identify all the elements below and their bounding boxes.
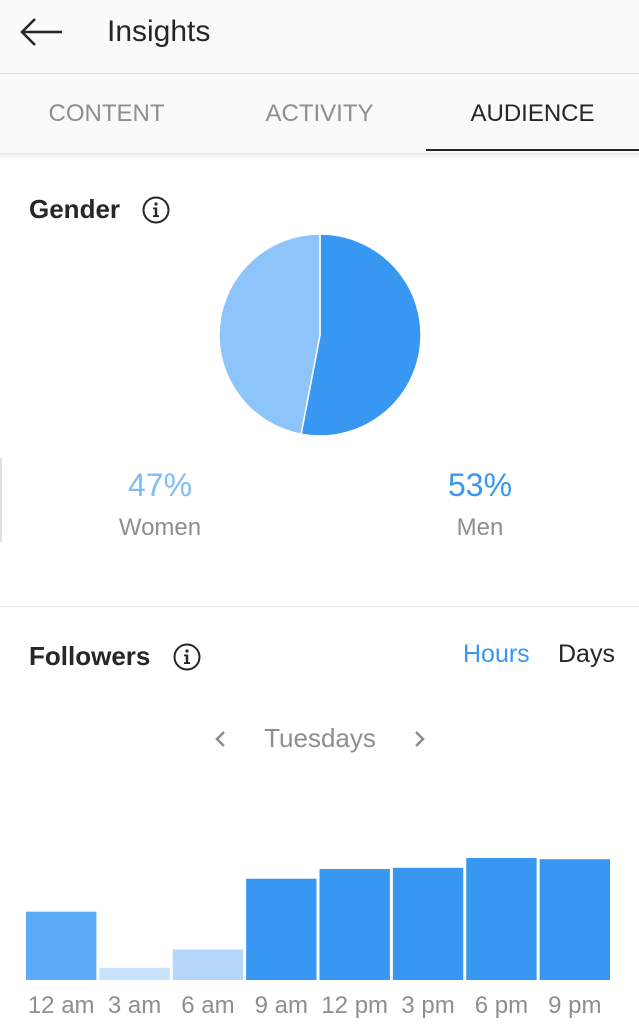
x-tick-label: 12 pm xyxy=(321,992,388,1019)
next-day-button[interactable] xyxy=(404,722,436,756)
top-app-bar: Insights xyxy=(0,0,639,74)
bar-6-am xyxy=(172,949,244,980)
men-label: Men xyxy=(456,514,504,541)
women-label: Women xyxy=(118,514,202,541)
x-tick-label: 12 am xyxy=(28,992,95,1019)
chevron-right-icon xyxy=(415,731,425,747)
gender-pie-chart xyxy=(218,233,422,437)
women-percent: 47% xyxy=(127,467,193,503)
back-button[interactable] xyxy=(14,12,70,52)
followers-title: Followers xyxy=(29,641,151,671)
section-divider xyxy=(0,606,639,607)
page-title: Insights xyxy=(107,15,211,48)
hours-toggle[interactable]: Hours xyxy=(463,640,530,669)
bar-3-am xyxy=(99,967,170,980)
gender-title: Gender xyxy=(29,194,121,224)
bar-12-am xyxy=(26,911,97,980)
days-toggle[interactable]: Days xyxy=(558,640,615,669)
info-icon[interactable] xyxy=(172,642,202,672)
tab-audience[interactable]: AUDIENCE xyxy=(426,74,639,154)
bar-3-pm xyxy=(392,867,464,980)
selected-day-label: Tuesdays xyxy=(264,723,376,753)
x-tick-label: 3 pm xyxy=(401,992,454,1019)
edge-marker xyxy=(0,458,2,542)
tabs-shadow xyxy=(0,154,639,160)
chevron-left-icon xyxy=(215,731,225,747)
followers-bar-chart: 12 am 3 am 6 am 9 am 12 pm 3 pm 6 pm 9 pm xyxy=(26,858,610,1019)
bar-9-pm xyxy=(539,859,610,980)
bar-6-pm xyxy=(466,858,537,980)
bar-9-am xyxy=(246,878,317,980)
men-percent: 53% xyxy=(447,467,513,503)
pie-slice-women xyxy=(218,233,321,436)
x-tick-label: 6 am xyxy=(181,992,234,1019)
x-tick-label: 3 am xyxy=(108,992,161,1019)
x-tick-label: 9 am xyxy=(255,992,308,1019)
arrow-left-icon xyxy=(20,18,62,46)
tab-bar: CONTENT ACTIVITY AUDIENCE xyxy=(0,74,639,154)
info-icon[interactable] xyxy=(141,195,171,225)
previous-day-button[interactable] xyxy=(205,722,237,756)
bar-12-pm xyxy=(319,868,390,980)
x-tick-label: 6 pm xyxy=(475,992,528,1019)
tab-content[interactable]: CONTENT xyxy=(0,74,213,154)
active-tab-indicator xyxy=(426,149,639,151)
tab-activity[interactable]: ACTIVITY xyxy=(213,74,426,154)
x-tick-label: 9 pm xyxy=(548,992,601,1019)
